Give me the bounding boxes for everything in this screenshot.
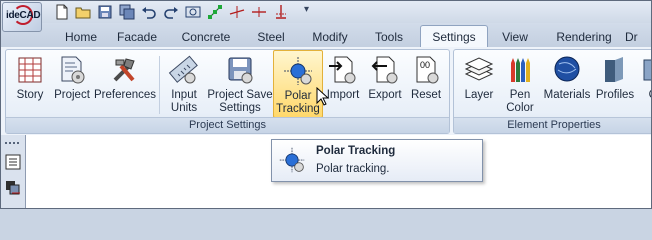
project-save-settings-button[interactable]: Project Save Settings — [206, 50, 274, 116]
save-all-icon[interactable] — [119, 4, 136, 20]
export-label: Export — [368, 89, 402, 101]
polar-tracking-label: Polar Tracking — [274, 90, 322, 116]
colored-pens-icon — [511, 58, 530, 82]
tab-home[interactable]: Home — [49, 27, 113, 47]
group-project-settings: Story Project Preferences Input Units Pr… — [5, 49, 450, 134]
polar-tracking-button[interactable]: Polar Tracking — [273, 50, 323, 118]
profiles-icon — [605, 57, 623, 82]
tab-view[interactable]: View — [495, 27, 535, 47]
reset-icon: 00 — [416, 56, 439, 84]
input-units-line1: Input — [171, 89, 197, 101]
project-settings-group-label: Project Settings — [6, 117, 449, 133]
tab-concrete[interactable]: Concrete — [173, 27, 239, 47]
tab-modify[interactable]: Modify — [301, 27, 359, 47]
project-save-settings-label: Project Save Settings — [206, 89, 274, 115]
open-folder-icon[interactable] — [75, 4, 92, 20]
project-icon — [61, 56, 85, 84]
command-list-icon[interactable] — [4, 153, 22, 171]
layers-icon — [464, 57, 494, 81]
polar-tracking-icon — [284, 57, 312, 85]
story-icon — [18, 57, 42, 83]
story-label: Story — [16, 89, 44, 101]
tools-icon — [113, 58, 135, 82]
input-units-button[interactable]: Input Units — [164, 50, 204, 116]
svg-text:00: 00 — [420, 60, 430, 70]
separator — [159, 56, 160, 114]
partial-button-line2: M — [636, 102, 651, 115]
partial-button[interactable]: Co M — [636, 50, 651, 116]
pen-color-line2: Color — [506, 102, 534, 114]
redo-icon[interactable] — [163, 4, 180, 20]
element-properties-group-label: Element Properties — [454, 117, 651, 133]
material-sphere-icon — [554, 56, 580, 82]
tab-tools[interactable]: Tools — [363, 27, 415, 47]
snap-midpoint-icon[interactable] — [251, 4, 268, 20]
tab-drawing-partial[interactable]: Dr — [625, 27, 651, 47]
app-window: ideCAD ▾ Home Facade Concrete Steel Modi… — [0, 0, 652, 209]
dock-grip-handle[interactable] — [5, 142, 21, 144]
partial-button-icon — [643, 59, 651, 81]
group-element-properties: Layer Pen Color Materials Profiles Eleme… — [453, 49, 651, 134]
zoom-window-icon[interactable] — [185, 4, 202, 20]
snap-endpoint-icon[interactable] — [229, 4, 246, 20]
snap-point-icon[interactable] — [207, 4, 224, 20]
input-units-label: Input Units — [164, 89, 204, 115]
logo-text: ideCAD — [6, 10, 41, 21]
mouse-pointer-icon — [316, 87, 330, 106]
layer-button[interactable]: Layer — [460, 50, 498, 116]
materials-button[interactable]: Materials — [540, 50, 594, 116]
quick-access-toolbar: ideCAD ▾ — [1, 1, 651, 32]
ruler-icon — [168, 55, 198, 84]
tab-settings[interactable]: Settings — [420, 25, 488, 48]
export-button[interactable]: Export — [364, 50, 406, 116]
undo-icon[interactable] — [141, 4, 158, 20]
polar-tracking-line1: Polar — [284, 90, 312, 102]
profiles-label: Profiles — [595, 89, 635, 101]
tooltip-description: Polar tracking. — [316, 163, 390, 175]
new-file-icon[interactable] — [54, 4, 71, 20]
pen-color-button[interactable]: Pen Color — [500, 50, 540, 116]
customize-quick-access-dropdown[interactable]: ▾ — [304, 4, 309, 15]
project-save-settings-line1: Project Save — [207, 89, 273, 101]
partial-button-label: Co M — [636, 89, 651, 115]
reset-label: Reset — [410, 89, 442, 101]
reset-button[interactable]: 00 Reset — [406, 50, 446, 116]
pen-color-line1: Pen — [509, 89, 531, 101]
export-icon — [371, 56, 398, 84]
pen-color-label: Pen Color — [500, 89, 540, 115]
snap-perpendicular-icon[interactable] — [273, 4, 290, 20]
layers-panel-icon[interactable] — [4, 179, 22, 197]
polar-tracking-line2: Tracking — [276, 103, 320, 115]
left-dock-toolbar — [1, 135, 26, 208]
tooltip-title: Polar Tracking — [316, 145, 396, 157]
profiles-button[interactable]: Profiles — [594, 50, 636, 116]
tab-steel[interactable]: Steel — [249, 27, 293, 47]
project-save-settings-line2: Settings — [219, 102, 261, 114]
preferences-label: Preferences — [94, 89, 157, 101]
partial-button-line1: Co — [636, 89, 651, 102]
import-icon — [329, 56, 356, 84]
tab-facade[interactable]: Facade — [113, 27, 161, 47]
tab-rendering[interactable]: Rendering — [549, 27, 619, 47]
project-button[interactable]: Project — [50, 50, 94, 116]
project-label: Project — [54, 89, 90, 101]
polar-tracking-tooltip-icon — [279, 147, 305, 173]
story-button[interactable]: Story — [12, 50, 48, 116]
save-settings-icon — [228, 57, 253, 84]
materials-label: Materials — [543, 89, 591, 101]
preferences-button[interactable]: Preferences — [94, 50, 156, 116]
app-logo[interactable]: ideCAD — [2, 2, 42, 32]
ribbon-tab-bar: Home Facade Concrete Steel Modify Tools … — [1, 23, 651, 48]
input-units-line2: Units — [170, 102, 198, 114]
polar-tracking-tooltip: Polar Tracking Polar tracking. — [271, 139, 483, 182]
save-icon[interactable] — [97, 4, 114, 20]
layer-label: Layer — [464, 89, 494, 101]
